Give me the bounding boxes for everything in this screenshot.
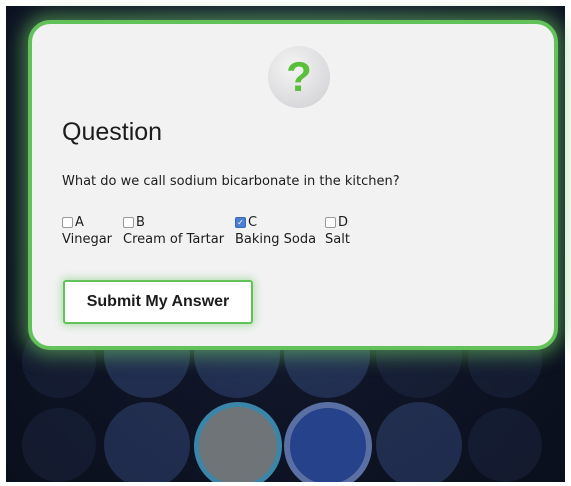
option-c-checkbox[interactable]: ✓ [235,217,246,228]
board-circle [104,402,190,482]
option-b-letter: B [136,215,145,230]
option-c-text: Baking Soda [235,232,317,247]
option-c[interactable]: ✓ C Baking Soda [235,214,316,248]
board-circle [22,408,96,482]
submit-answer-button[interactable]: Submit My Answer [63,280,253,324]
question-mark-icon: ? [268,46,330,108]
board-circle-highlighted [194,402,282,482]
option-d-text: Salt [325,232,350,247]
option-c-letter: C [248,215,258,230]
option-d[interactable]: D Salt [325,214,350,248]
option-d-letter: D [338,215,349,230]
option-a-text: Vinegar [62,232,113,247]
question-prompt: What do we call sodium bicarbonate in th… [62,174,400,189]
board-circle-selected [284,402,372,482]
question-heading: Question [62,118,163,146]
option-b-text: Cream of Tartar [123,232,225,247]
board-circle [468,408,542,482]
question-card: ? Question What do we call sodium bicarb… [28,20,558,350]
option-a[interactable]: A Vinegar [62,214,112,248]
option-b-checkbox[interactable] [123,217,134,228]
option-a-letter: A [75,215,84,230]
option-d-checkbox[interactable] [325,217,336,228]
option-a-checkbox[interactable] [62,217,73,228]
board-circle [376,402,462,482]
option-b[interactable]: B Cream of Tartar [123,214,224,248]
